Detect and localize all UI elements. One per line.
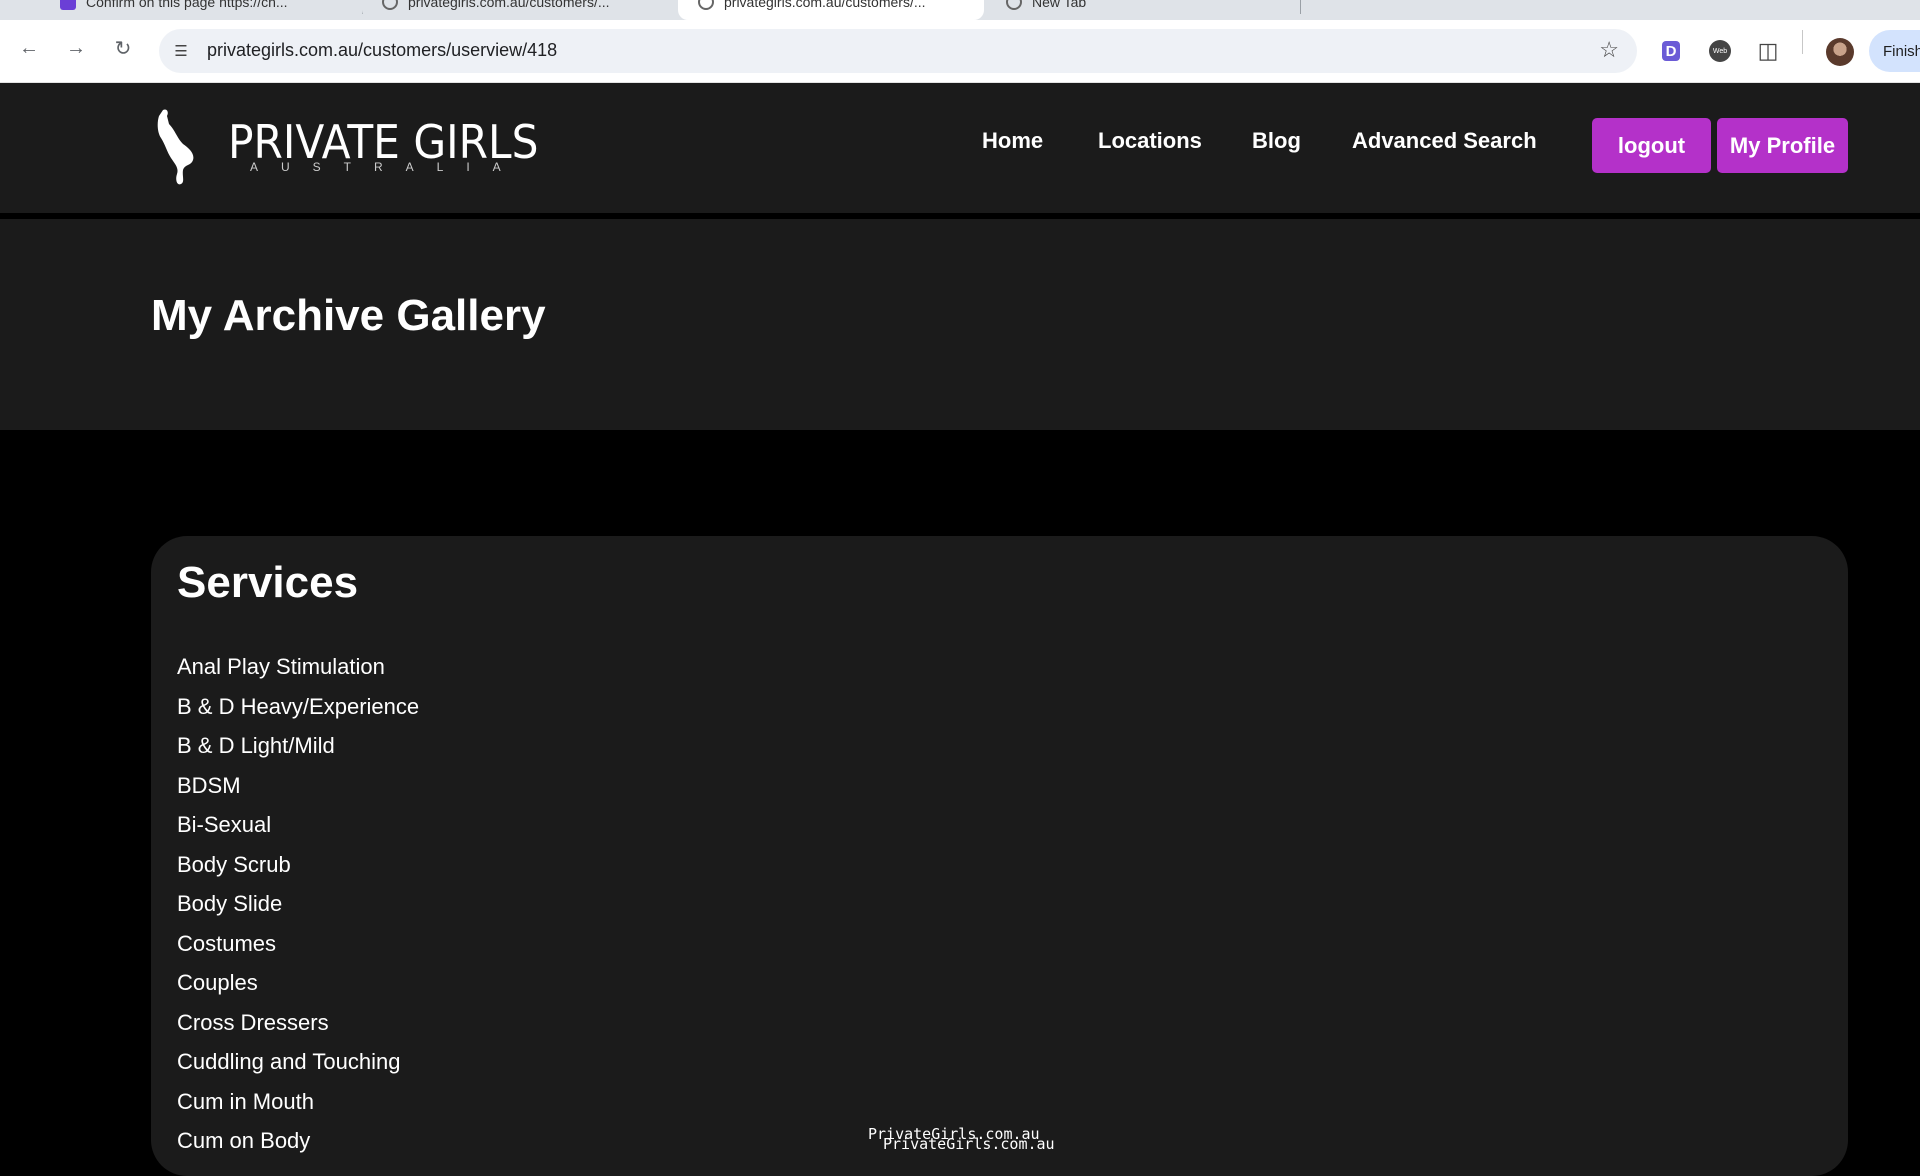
address-bar[interactable]: ☰ privategirls.com.au/customers/userview…	[159, 29, 1637, 73]
browser-tab[interactable]: Confirm on this page https://ch...	[40, 0, 340, 20]
watermark-line: PrivateGirls.com.au	[883, 1135, 1055, 1153]
extension-web-icon[interactable]: Web	[1709, 40, 1731, 62]
tab-label: privategirls.com.au/customers/...	[724, 0, 926, 10]
service-item: B & D Light/Mild	[177, 733, 335, 758]
finish-label: Finish	[1883, 42, 1920, 60]
service-item: Body Slide	[177, 891, 283, 916]
watermark: PrivateGirls.com.au PrivateGirls.com.au	[868, 1127, 1055, 1153]
browser-tabstrip: Confirm on this page https://ch... priva…	[0, 0, 1920, 20]
service-item: BDSM	[177, 772, 241, 798]
service-item: Cum in Mouth	[177, 1088, 314, 1114]
toolbar-divider	[1802, 30, 1803, 54]
browser-tab[interactable]: New Tab	[986, 0, 1301, 20]
profile-avatar[interactable]	[1826, 38, 1854, 66]
services-list: Anal Play Stimulation B & D Heavy/Experi…	[177, 654, 419, 1168]
services-heading: Services	[177, 558, 359, 607]
browser-tab[interactable]: privategirls.com.au/customers/...	[362, 0, 662, 20]
logo-figure-icon	[157, 109, 194, 185]
page-title: My Archive Gallery	[151, 291, 546, 340]
tab-label: privategirls.com.au/customers/...	[408, 0, 610, 10]
nav-home[interactable]: Home	[982, 128, 1043, 154]
browser-tab-active[interactable]: privategirls.com.au/customers/...	[678, 0, 984, 20]
bookmark-star-icon[interactable]: ☆	[1599, 37, 1619, 63]
service-item: Bi-Sexual	[177, 812, 272, 837]
site-info-icon[interactable]: ☰	[169, 39, 193, 63]
service-item: Cum on Body	[177, 1128, 311, 1153]
my-profile-button[interactable]: My Profile	[1717, 118, 1848, 173]
tab-favicon-icon	[60, 0, 76, 10]
extension-d-icon[interactable]: D	[1662, 41, 1680, 61]
url-text[interactable]: privategirls.com.au/customers/userview/4…	[207, 40, 557, 61]
forward-icon[interactable]: →	[60, 32, 92, 64]
services-card: Services Anal Play Stimulation B & D Hea…	[151, 536, 1848, 1176]
tab-favicon-icon	[698, 0, 714, 10]
tab-favicon-icon	[382, 0, 398, 10]
nav-advanced-search[interactable]: Advanced Search	[1352, 128, 1537, 154]
tab-label: New Tab	[1032, 0, 1087, 10]
tab-label: Confirm on this page https://ch...	[86, 0, 288, 10]
service-item: Cuddling and Touching	[177, 1049, 401, 1074]
nav-blog[interactable]: Blog	[1252, 128, 1301, 154]
logout-label: logout	[1617, 132, 1686, 158]
site-header: PRIVATE GIRLS AUSTRALIA Home Locations B…	[0, 83, 1920, 213]
nav-locations[interactable]: Locations	[1098, 128, 1202, 154]
browser-toolbar: ← → ↻ ☰ privategirls.com.au/customers/us…	[0, 20, 1920, 83]
service-item: Body Scrub	[177, 851, 291, 877]
service-item: Anal Play Stimulation	[177, 654, 385, 679]
logo-subtext: AUSTRALIA	[250, 160, 524, 174]
service-item: Costumes	[177, 930, 277, 956]
tab-favicon-icon	[1006, 0, 1022, 10]
site-logo[interactable]: PRIVATE GIRLS AUSTRALIA	[155, 108, 538, 185]
back-icon[interactable]: ←	[13, 32, 45, 64]
page-title-band: My Archive Gallery	[0, 219, 1920, 430]
my-profile-label: My Profile	[1729, 132, 1836, 158]
finish-button[interactable]: Finish	[1869, 30, 1920, 72]
service-item: Cross Dressers	[177, 1009, 329, 1035]
tab-separator	[1300, 0, 1301, 14]
extensions-puzzle-icon[interactable]: ◫	[1755, 38, 1781, 64]
logout-button[interactable]: logout	[1592, 118, 1711, 173]
service-item: Couples	[177, 970, 258, 995]
reload-icon[interactable]: ↻	[107, 32, 139, 64]
service-item: B & D Heavy/Experience	[177, 693, 420, 719]
